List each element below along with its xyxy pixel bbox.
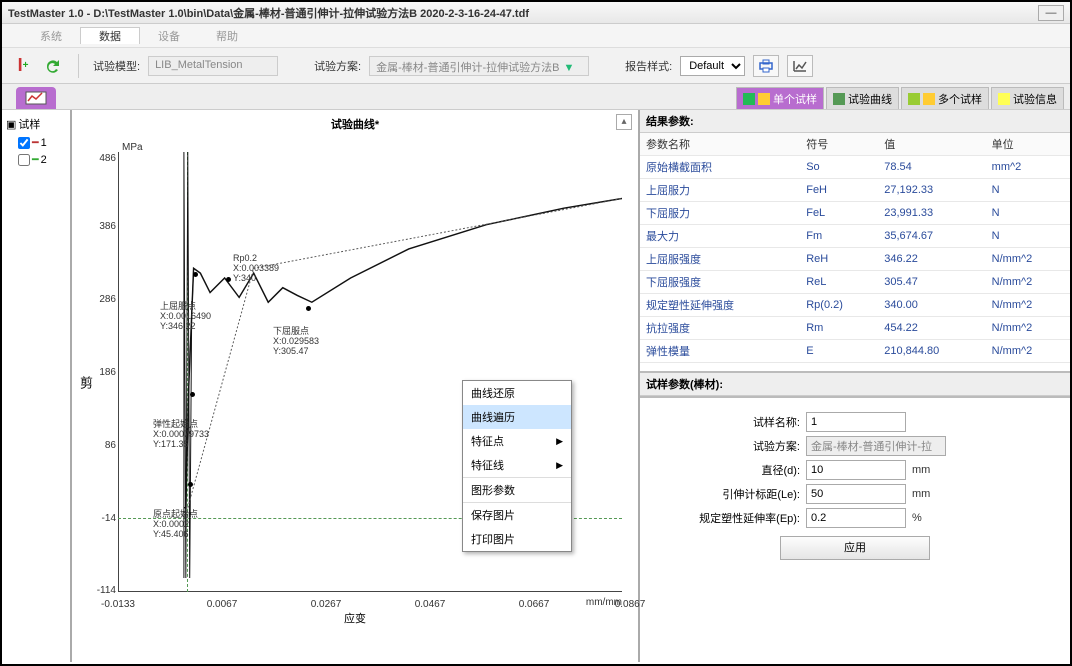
table-row[interactable]: 弹性模量E210,844.80N/mm^2 xyxy=(640,340,1070,363)
window-title: TestMaster 1.0 - D:\TestMaster 1.0\bin\D… xyxy=(8,5,529,21)
sample-params-form: 试样名称: 试验方案: 直径(d): mm 引伸计标距(Le): mm 规定塑性… xyxy=(640,396,1070,570)
diameter-label: 直径(d): xyxy=(660,462,800,478)
col-value: 值 xyxy=(878,133,985,156)
ctx-curve-traverse[interactable]: 曲线遍历 xyxy=(463,405,571,429)
chevron-down-icon: ▼ xyxy=(563,62,574,74)
diameter-input[interactable] xyxy=(806,460,906,480)
plan-field[interactable]: 金属-棒材-普通引伸计-拉伸试验方法B▼ xyxy=(369,56,589,76)
annot-lower: 下屈服点 X:0.029583 Y:305.47 xyxy=(273,327,319,357)
report-select[interactable]: Default xyxy=(680,56,745,76)
chart-context-menu: 曲线还原 曲线遍历 特征点▶ 特征线▶ 图形参数 保存图片 打印图片 xyxy=(462,380,572,552)
sample-plan-label: 试验方案: xyxy=(660,438,800,454)
table-row[interactable]: 上屈服强度ReH346.22N/mm^2 xyxy=(640,248,1070,271)
sample-name-input[interactable] xyxy=(806,412,906,432)
tree-item-1[interactable]: ━1 xyxy=(6,134,66,151)
marker-rp02 xyxy=(226,277,231,282)
annot-rp02: Rp0.2 X:0.003389 Y:340 xyxy=(233,254,279,284)
chart-title: 试验曲线* xyxy=(78,116,632,132)
plan-label: 试验方案: xyxy=(314,58,361,74)
menu-system[interactable]: 系统 xyxy=(22,28,80,44)
chart-canvas[interactable]: MPa mm/mm 剪 应变 -114 -14 86 186 286 386 4… xyxy=(78,132,632,632)
tree-check-2[interactable] xyxy=(18,154,30,166)
ctx-feature-line[interactable]: 特征线▶ xyxy=(463,453,571,477)
refresh-icon[interactable] xyxy=(42,55,64,77)
sample-tree: ▣ 试样 ━1 ━2 xyxy=(2,110,72,662)
menu-help[interactable]: 帮助 xyxy=(198,28,256,44)
diameter-unit: mm xyxy=(912,464,930,476)
marker-lower-yield xyxy=(306,306,311,311)
ctx-feature-point[interactable]: 特征点▶ xyxy=(463,429,571,453)
menubar: 系统 数据 设备 帮助 xyxy=(2,24,1070,48)
tab-test-curve[interactable]: 试验曲线 xyxy=(826,87,899,109)
chevron-right-icon: ▶ xyxy=(556,436,563,447)
tab-multi-sample[interactable]: 多个试样 xyxy=(901,87,989,109)
ep-unit: % xyxy=(912,512,922,524)
le-input[interactable] xyxy=(806,484,906,504)
report-label: 报告样式: xyxy=(625,58,672,74)
ep-input[interactable] xyxy=(806,508,906,528)
tree-check-1[interactable] xyxy=(18,137,30,149)
le-label: 引伸计标距(Le): xyxy=(660,486,800,502)
chart-settings-button[interactable] xyxy=(787,55,813,77)
ctx-curve-restore[interactable]: 曲线还原 xyxy=(463,381,571,405)
ctx-graph-params[interactable]: 图形参数 xyxy=(463,477,571,502)
marker-elastic xyxy=(190,392,195,397)
apply-button[interactable]: 应用 xyxy=(780,536,930,560)
chart-menu-button[interactable]: ▴ xyxy=(616,114,632,130)
table-row[interactable]: 下屈服力FeL23,991.33N xyxy=(640,202,1070,225)
window-titlebar: TestMaster 1.0 - D:\TestMaster 1.0\bin\D… xyxy=(2,2,1070,24)
table-row[interactable]: 原始横截面积So78.54mm^2 xyxy=(640,156,1070,179)
table-row[interactable]: 规定塑性延伸强度Rp(0.2)340.00N/mm^2 xyxy=(640,294,1070,317)
results-header: 结果参数: xyxy=(640,110,1070,133)
model-field: LIB_MetalTension xyxy=(148,56,278,76)
tree-item-2[interactable]: ━2 xyxy=(6,151,66,168)
chart-panel: ▴ 试验曲线* MPa mm/mm 剪 应变 -114 -14 86 186 2… xyxy=(72,110,640,662)
ctx-print-image[interactable]: 打印图片 xyxy=(463,527,571,551)
tab-test-info[interactable]: 试验信息 xyxy=(991,87,1064,109)
le-unit: mm xyxy=(912,488,930,500)
sample-plan-input xyxy=(806,436,946,456)
results-table: 参数名称 符号 值 单位 原始横截面积So78.54mm^2上屈服力FeH27,… xyxy=(640,133,1070,363)
new-specimen-icon[interactable]: I+ xyxy=(12,55,34,77)
tree-root[interactable]: ▣ 试样 xyxy=(6,114,66,134)
tab-bar: 单个试样 试验曲线 多个试样 试验信息 xyxy=(2,84,1070,110)
sample-name-label: 试样名称: xyxy=(660,414,800,430)
ctx-save-image[interactable]: 保存图片 xyxy=(463,502,571,527)
sample-params-header: 试样参数(棒材): xyxy=(640,371,1070,396)
main-content: ▣ 试样 ━1 ━2 ▴ 试验曲线* MPa mm/mm 剪 应变 -114 -… xyxy=(2,110,1070,662)
x-axis xyxy=(118,591,622,592)
chevron-right-icon: ▶ xyxy=(556,460,563,471)
print-button[interactable] xyxy=(753,55,779,77)
marker-origin xyxy=(188,482,193,487)
x-axis-label: 应变 xyxy=(344,610,366,626)
right-panel: 结果参数: 参数名称 符号 值 单位 原始横截面积So78.54mm^2上屈服力… xyxy=(640,110,1070,662)
table-row[interactable]: 抗拉强度Rm454.22N/mm^2 xyxy=(640,317,1070,340)
toolbar: I+ 试验模型: LIB_MetalTension 试验方案: 金属-棒材-普通… xyxy=(2,48,1070,84)
annot-elastic: 弹性起始点 X:0.00079733 Y:171.35 xyxy=(153,420,209,450)
table-row[interactable]: 上屈服力FeH27,192.33N xyxy=(640,179,1070,202)
ep-label: 规定塑性延伸率(Ep): xyxy=(660,510,800,526)
table-row[interactable]: 下屈服强度ReL305.47N/mm^2 xyxy=(640,271,1070,294)
table-row[interactable]: 最大力Fm35,674.67N xyxy=(640,225,1070,248)
left-tab-curve[interactable] xyxy=(16,87,56,109)
col-name: 参数名称 xyxy=(640,133,800,156)
tab-single-sample[interactable]: 单个试样 xyxy=(736,87,824,109)
menu-device[interactable]: 设备 xyxy=(140,28,198,44)
annot-upper: 上屈服点 X:0.0016490 Y:346.22 xyxy=(160,302,211,332)
marker-upper-yield xyxy=(193,272,198,277)
collapse-icon[interactable]: ▣ xyxy=(6,118,16,131)
annot-origin: 原点起始点 X:0.0002 Y:45.406 xyxy=(153,510,198,540)
col-symbol: 符号 xyxy=(800,133,878,156)
model-label: 试验模型: xyxy=(93,58,140,74)
menu-data[interactable]: 数据 xyxy=(80,27,140,44)
col-unit: 单位 xyxy=(986,133,1070,156)
minimize-button[interactable]: — xyxy=(1038,5,1064,21)
